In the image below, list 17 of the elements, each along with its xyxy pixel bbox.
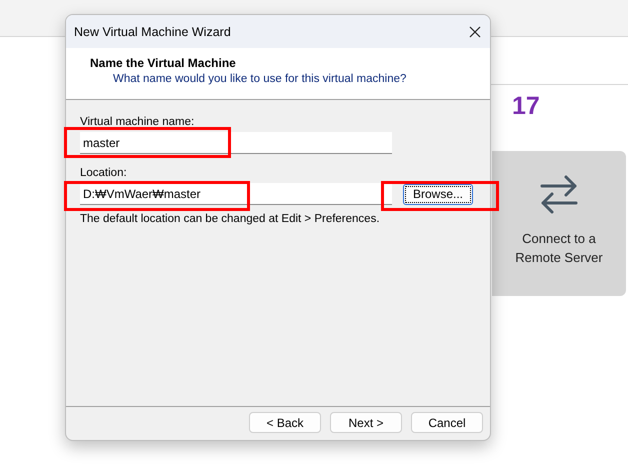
remote-server-card[interactable]: Connect to a Remote Server <box>492 151 626 296</box>
field-label: Virtual machine name: <box>80 116 196 128</box>
remote-server-label: Connect to a Remote Server <box>514 230 604 267</box>
close-icon[interactable] <box>468 24 482 38</box>
dialog-button[interactable]: < Back <box>249 412 321 433</box>
field-label: Location: <box>80 167 128 179</box>
location-field[interactable]: D:₩VmWaer₩master <box>80 183 392 205</box>
location-note: The default location can be changed at Edit > Preferences. <box>80 213 381 225</box>
version-number: 17 <box>512 92 541 122</box>
window-title: New Virtual Machine Wizard <box>74 24 231 38</box>
swap-arrows-icon <box>538 173 580 215</box>
dialog-button[interactable]: Cancel <box>411 412 483 433</box>
browse-button[interactable]: Browse... <box>403 184 473 204</box>
page-subheading: What name would you like to use for this virtual machine? <box>113 73 408 85</box>
page-heading: Name the Virtual Machine <box>90 56 237 70</box>
name-field[interactable]: master <box>80 132 392 154</box>
dialog-button[interactable]: Next > <box>330 412 402 433</box>
